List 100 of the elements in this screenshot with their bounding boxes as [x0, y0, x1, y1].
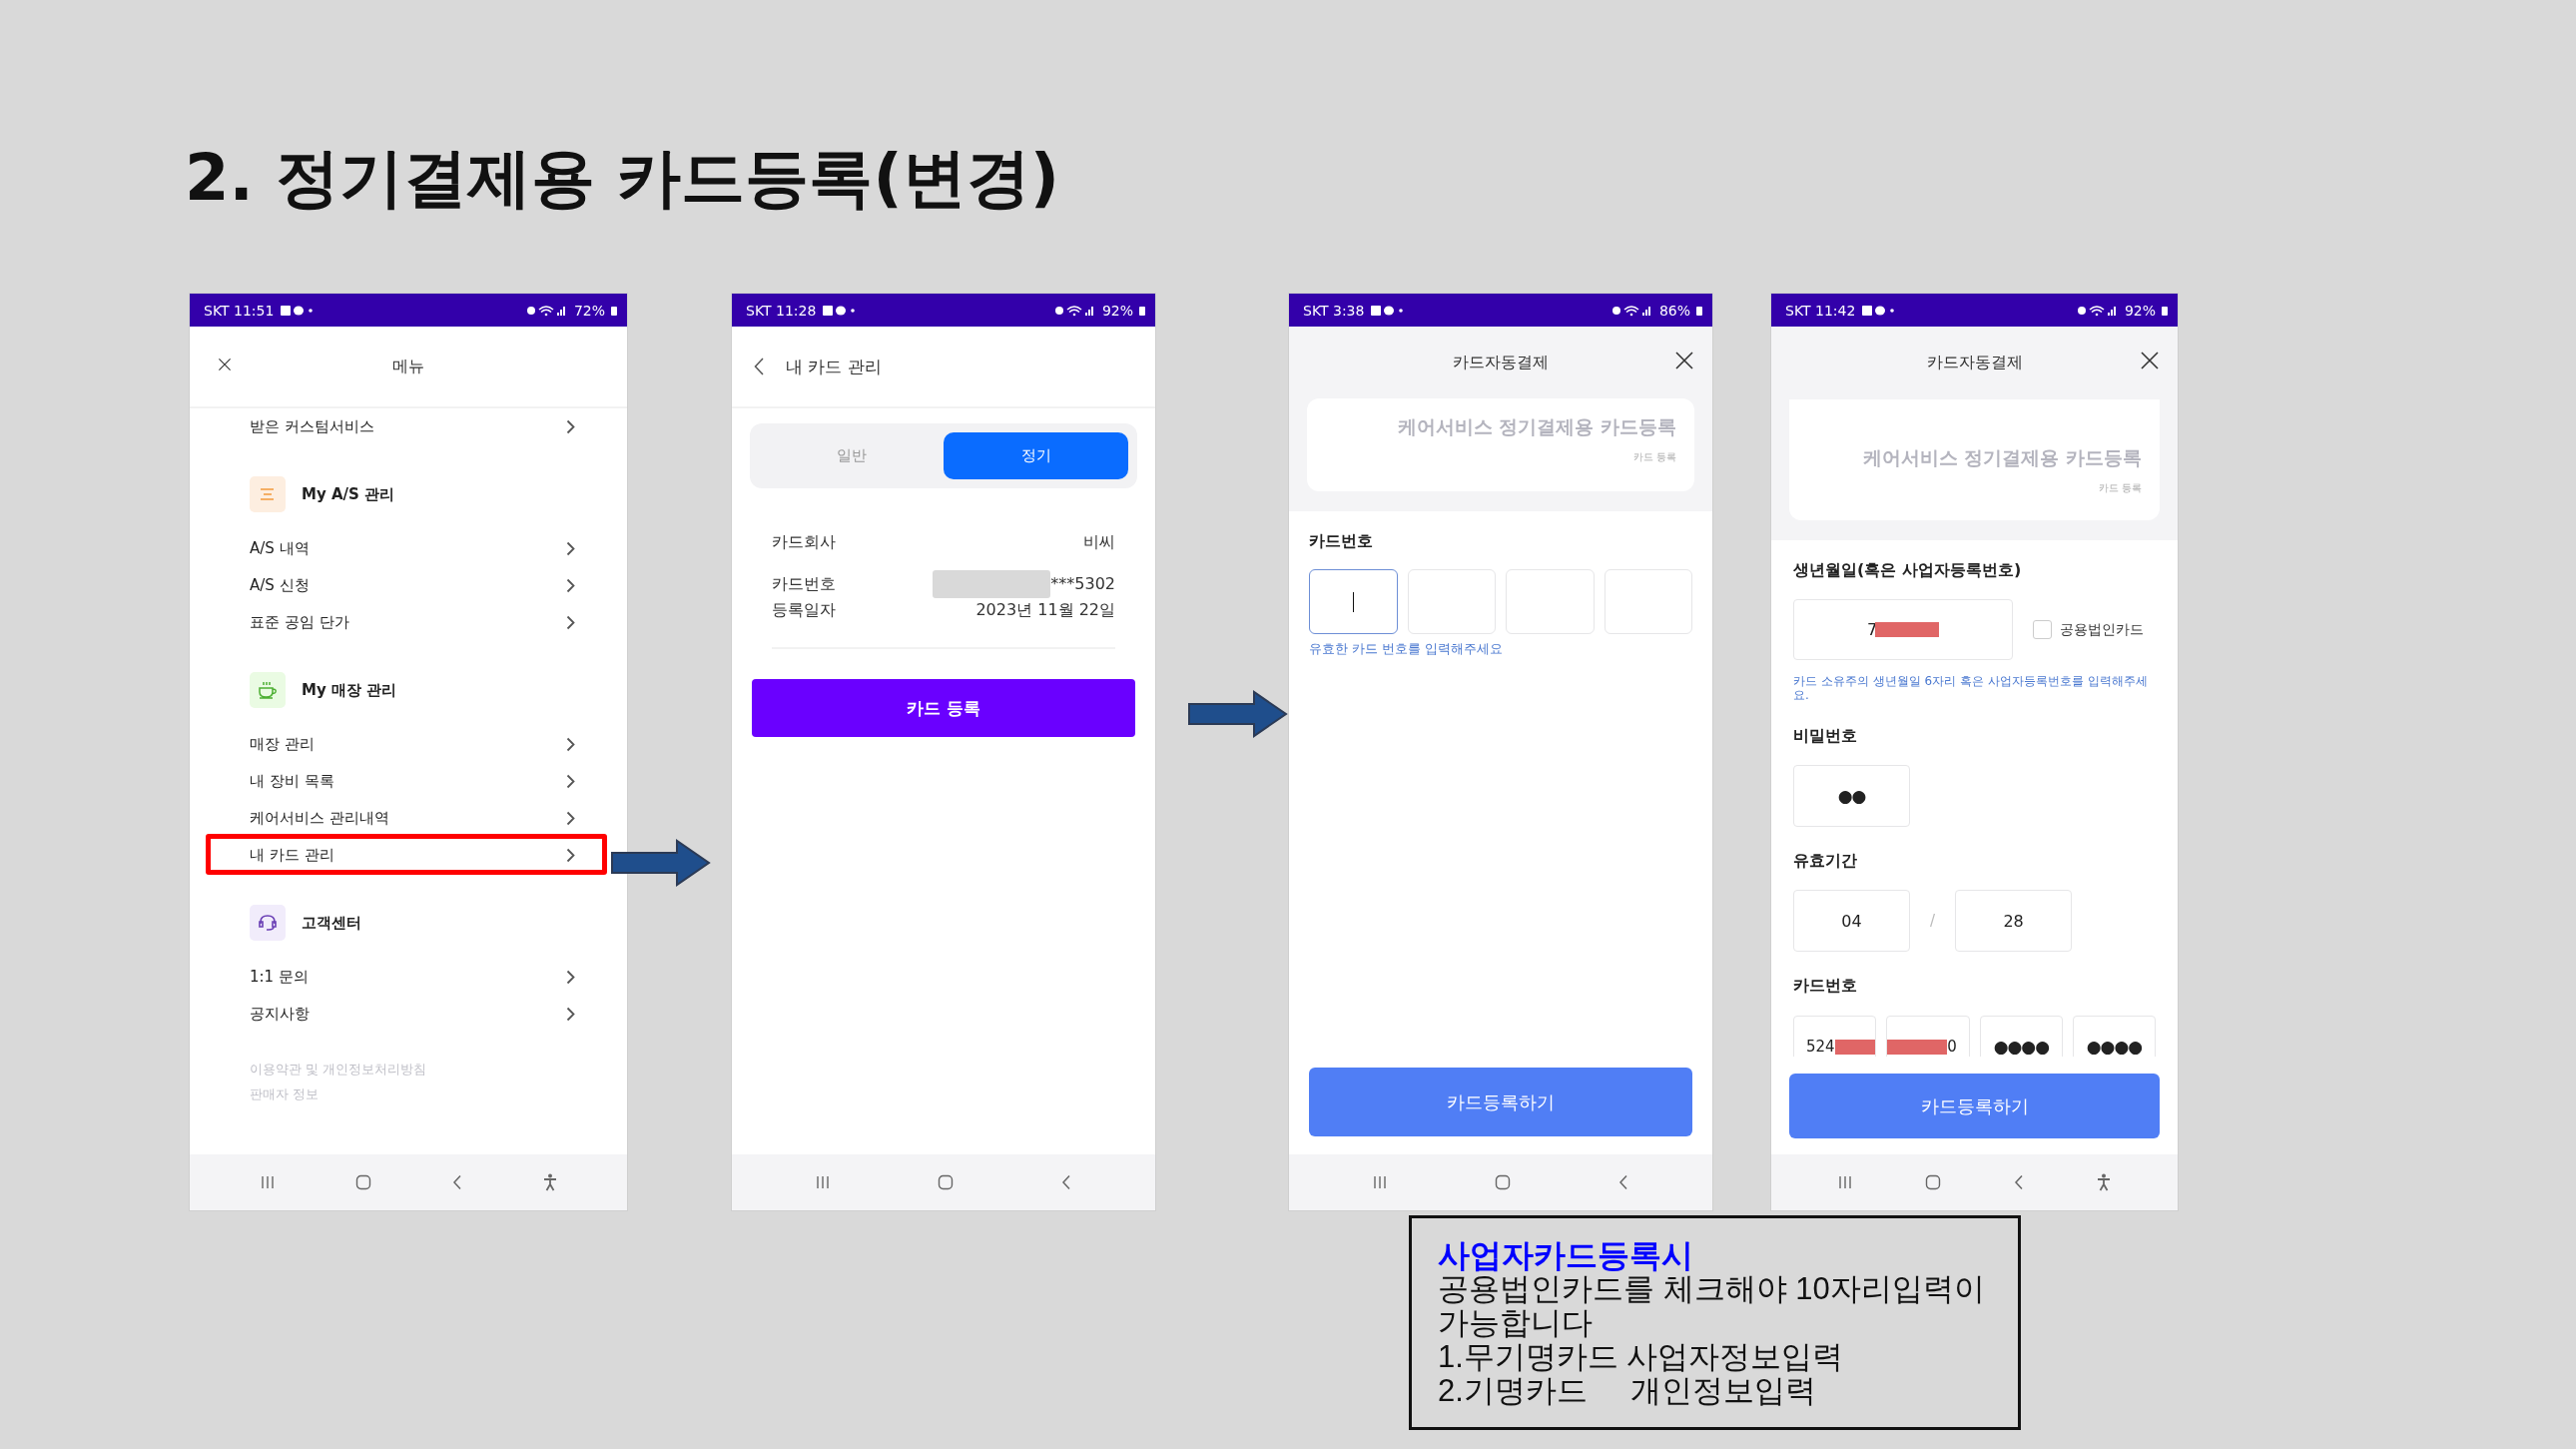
chevron-icon [566, 774, 575, 789]
arrow-icon [1188, 690, 1288, 738]
screen-title: 내 카드 관리 [786, 355, 882, 378]
hint-text: 카드 소유주의 생년월일 6자리 혹은 사업자등록번호를 입력해주세요. [1793, 674, 2149, 702]
input-field[interactable]: 0 [1886, 1016, 1970, 1057]
banner-subtitle: 카드 등록 [1631, 450, 1676, 464]
status-icons-drawing [525, 304, 568, 317]
chevron-icon [566, 848, 575, 863]
cup-icon [258, 681, 278, 699]
back-icon[interactable] [1618, 1174, 1628, 1190]
menu-item[interactable]: 내 장비 목록 [190, 763, 627, 800]
register-card-button[interactable]: 카드등록하기 [1789, 1074, 2160, 1138]
battery-icon [1139, 305, 1145, 316]
close-icon[interactable] [1674, 351, 1694, 370]
back-icon[interactable] [1061, 1174, 1071, 1190]
input-field[interactable] [1309, 569, 1398, 634]
chevron-icon [566, 737, 575, 752]
field-label: 유효기간 [1793, 851, 1858, 871]
recent-apps-icon[interactable] [260, 1175, 275, 1189]
close-icon[interactable] [218, 358, 232, 371]
status-icons-drawing [1610, 304, 1653, 317]
battery-icon [2162, 305, 2168, 316]
text-cursor [1352, 591, 1354, 612]
chevron-icon [566, 541, 575, 556]
input-field[interactable]: 28 [1955, 890, 2073, 952]
menu-item[interactable]: 케어서비스 관리내역 [190, 800, 627, 837]
slide-title: 2. 정기결제용 카드등록(변경) [185, 140, 1059, 217]
note-text: 2.기명카드 개인정보입력 [1438, 1374, 1817, 1408]
field-label: 카드번호 [1793, 976, 1858, 996]
register-card-button[interactable]: 카드 등록 [752, 679, 1135, 737]
headset-icon [258, 914, 278, 932]
battery-level: 86% [1658, 302, 1690, 319]
section-title: My A/S 관리 [302, 484, 395, 504]
menu-item[interactable]: 내 카드 관리 [190, 837, 627, 874]
menu-item[interactable]: A/S 내역 [190, 530, 627, 567]
screen-title: 메뉴 [392, 356, 424, 377]
battery-level: 72% [573, 302, 605, 319]
screen-title: 카드자동결제 [1926, 353, 2023, 373]
menu-item[interactable]: A/S 신청 [190, 567, 627, 604]
status-time: SKT 3:38 [1303, 302, 1365, 319]
battery-icon [1696, 305, 1702, 316]
register-card-button[interactable]: 카드등록하기 [1309, 1068, 1692, 1136]
back-icon[interactable] [754, 358, 764, 375]
field-label: 카드번호 [1309, 531, 1374, 551]
status-icons-drawing [1053, 304, 1096, 317]
menu-item[interactable]: 공지사항 [190, 996, 627, 1033]
battery-icon [611, 305, 617, 316]
tab[interactable]: 정기 [944, 432, 1128, 479]
notification-icons-drawing [280, 304, 315, 317]
notification-icons-drawing [1370, 304, 1405, 317]
menu-item[interactable]: 1:1 문의 [190, 959, 627, 996]
note-title: 사업자카드등록시 [1438, 1238, 1694, 1272]
status-time: SKT 11:42 [1785, 302, 1856, 319]
back-icon[interactable] [2014, 1174, 2025, 1190]
password-field[interactable]: ●● [1793, 765, 1910, 827]
screen-title: 카드자동결제 [1453, 352, 1549, 373]
list-icon [260, 488, 276, 500]
banner-title: 케어서비스 정기결제용 카드등록 [1861, 445, 2142, 470]
chevron-icon [566, 419, 575, 434]
status-icons-drawing [2076, 304, 2119, 317]
home-icon[interactable] [354, 1174, 371, 1190]
info-value: ***5302 [1050, 573, 1115, 595]
info-value: 2023년 11월 22일 [975, 599, 1115, 621]
menu-item[interactable]: 표준 공임 단가 [190, 604, 627, 641]
input-field[interactable]: 04 [1793, 890, 1910, 952]
home-icon[interactable] [1495, 1174, 1511, 1190]
note-text: 가능합니다 [1438, 1306, 1594, 1340]
status-time: SKT 11:51 [204, 302, 275, 319]
checkbox[interactable]: 공용법인카드 [2033, 620, 2144, 639]
info-label: 카드회사 [772, 531, 836, 553]
accessibility-icon[interactable] [2097, 1173, 2112, 1191]
field-label: 생년월일(혹은 사업자등록번호) [1793, 560, 2023, 580]
note-text: 1.무기명카드 사업자정보입력 [1438, 1340, 1845, 1374]
home-icon[interactable] [938, 1174, 954, 1190]
recent-apps-icon[interactable] [1373, 1175, 1387, 1189]
notification-icons-drawing [822, 304, 857, 317]
chevron-icon [566, 578, 575, 593]
chevron-icon [566, 811, 575, 826]
field-value: 0 [1947, 1038, 1957, 1056]
recent-apps-icon[interactable] [816, 1175, 830, 1189]
battery-level: 92% [2124, 302, 2156, 319]
info-label: 등록일자 [772, 599, 836, 621]
field-value: ●●●● [1993, 1037, 2049, 1057]
close-icon[interactable] [2140, 351, 2160, 370]
note-text: 공용법인카드를 체크해야 10자리입력이 [1438, 1272, 1986, 1306]
menu-item[interactable]: 매장 관리 [190, 726, 627, 763]
field-label: 비밀번호 [1793, 726, 1858, 746]
status-time: SKT 11:28 [746, 302, 817, 319]
menu-item[interactable]: 받은 커스텀서비스 [190, 408, 627, 445]
battery-level: 92% [1101, 302, 1133, 319]
accessibility-icon[interactable] [542, 1173, 557, 1191]
hint-text: 유효한 카드 번호를 입력해주세요 [1309, 640, 1505, 658]
banner-subtitle: 카드 등록 [2097, 481, 2142, 495]
home-icon[interactable] [1924, 1174, 1941, 1190]
info-value: 비씨 [1083, 531, 1115, 553]
recent-apps-icon[interactable] [1837, 1175, 1852, 1189]
chevron-icon [566, 970, 575, 985]
chevron-icon [566, 1007, 575, 1022]
field-value: 524 [1806, 1038, 1835, 1056]
back-icon[interactable] [451, 1174, 462, 1190]
